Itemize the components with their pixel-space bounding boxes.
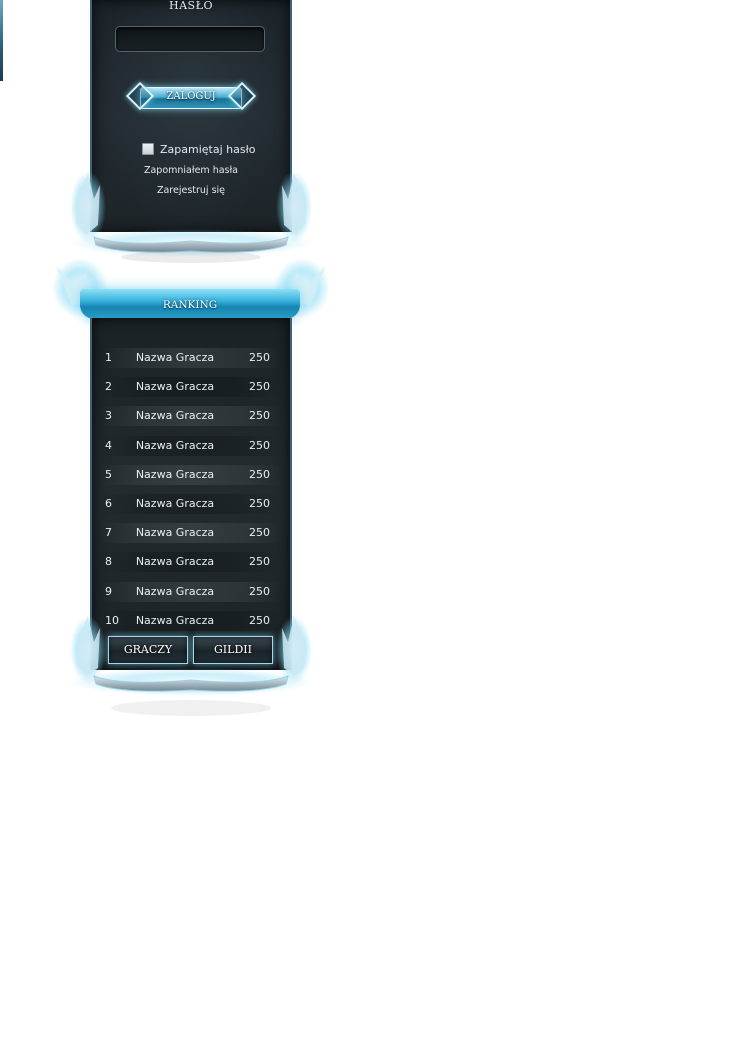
player-score: 250 <box>249 409 270 423</box>
password-input[interactable] <box>115 26 265 52</box>
tab-guilds-button[interactable]: GILDII <box>193 636 273 664</box>
ranking-row[interactable]: 10 Nazwa Gracza 250 <box>92 607 290 636</box>
player-name: Nazwa Gracza <box>135 496 215 510</box>
rank-position: 10 <box>105 613 119 627</box>
player-score: 250 <box>249 496 270 510</box>
player-name: Nazwa Gracza <box>135 467 215 481</box>
ranking-row[interactable]: 9 Nazwa Gracza 250 <box>92 578 290 607</box>
rank-position: 5 <box>105 467 112 481</box>
ranking-list: 1 Nazwa Gracza 250 2 Nazwa Gracza 250 3 Nazwa… <box>92 344 290 636</box>
player-name: Nazwa Gracza <box>135 380 215 394</box>
player-score: 250 <box>249 584 270 598</box>
player-score: 250 <box>249 380 270 394</box>
remember-checkbox[interactable] <box>142 143 154 155</box>
ranking-row[interactable]: 3 Nazwa Gracza 250 <box>92 402 290 431</box>
login-button-label: ZALOGUJ <box>166 91 216 102</box>
rank-position: 6 <box>105 496 112 510</box>
ranking-row[interactable]: 2 Nazwa Gracza 250 <box>92 373 290 402</box>
player-score: 250 <box>249 438 270 452</box>
login-panel: HASŁO ZALOGUJ Zapamiętaj hasło Zapomniał… <box>90 0 292 232</box>
ranking-row[interactable]: 7 Nazwa Gracza 250 <box>92 519 290 548</box>
ranking-row[interactable]: 8 Nazwa Gracza 250 <box>92 548 290 577</box>
ranking-title: RANKING <box>162 299 218 311</box>
left-edge-sliver <box>0 0 3 81</box>
rank-position: 1 <box>105 351 112 364</box>
player-name: Nazwa Gracza <box>135 555 215 569</box>
rank-position: 8 <box>105 555 112 569</box>
ranking-panel: 1 Nazwa Gracza 250 2 Nazwa Gracza 250 3 Nazwa… <box>90 318 292 670</box>
register-link[interactable]: Zarejestruj się <box>92 185 290 196</box>
player-score: 250 <box>249 526 270 540</box>
rank-position: 4 <box>105 438 112 452</box>
login-button[interactable]: ZALOGUJ <box>125 81 257 113</box>
player-score: 250 <box>249 467 270 481</box>
player-score: 250 <box>249 613 270 627</box>
remember-label[interactable]: Zapamiętaj hasło <box>160 143 255 156</box>
player-score: 250 <box>249 351 270 364</box>
rank-position: 3 <box>105 409 112 423</box>
player-name: Nazwa Gracza <box>135 438 215 452</box>
ranking-row[interactable]: 1 Nazwa Gracza 250 <box>92 344 290 373</box>
player-name: Nazwa Gracza <box>135 409 215 423</box>
rank-position: 2 <box>105 380 112 394</box>
player-name: Nazwa Gracza <box>135 613 215 627</box>
player-name: Nazwa Gracza <box>135 584 215 598</box>
remember-row: Zapamiętaj hasło <box>142 142 255 156</box>
rank-position: 7 <box>105 526 112 540</box>
player-name: Nazwa Gracza <box>135 526 215 540</box>
player-name: Nazwa Gracza <box>135 351 215 364</box>
ranking-row[interactable]: 5 Nazwa Gracza 250 <box>92 461 290 490</box>
forgot-password-link[interactable]: Zapomniałem hasła <box>92 165 290 176</box>
rank-position: 9 <box>105 584 112 598</box>
tab-players-button[interactable]: GRACZY <box>108 636 188 664</box>
ranking-row[interactable]: 6 Nazwa Gracza 250 <box>92 490 290 519</box>
password-label: HASŁO <box>169 0 213 12</box>
player-score: 250 <box>249 555 270 569</box>
ranking-row[interactable]: 4 Nazwa Gracza 250 <box>92 432 290 461</box>
